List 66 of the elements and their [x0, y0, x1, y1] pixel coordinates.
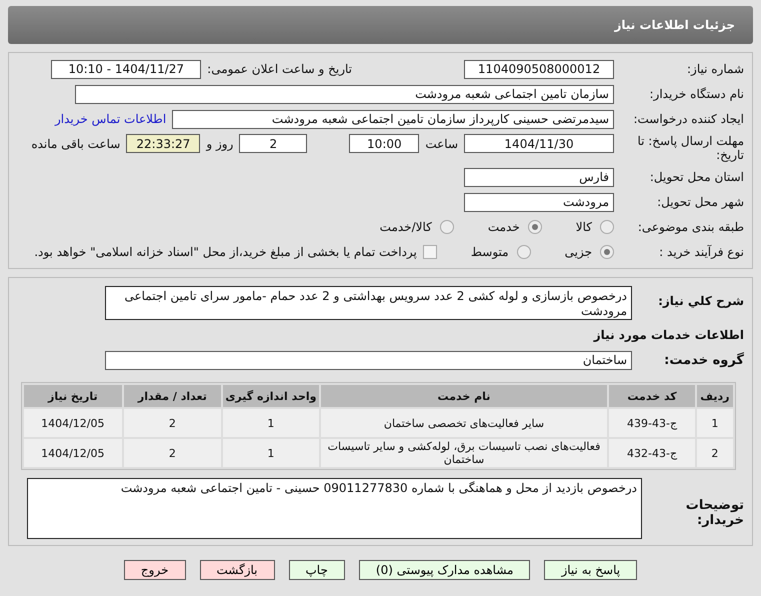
- table-cell: 1404/12/05: [24, 409, 122, 437]
- field-label: شرح کلي نیاز:: [657, 294, 745, 308]
- countdown-timer: 22:33:27: [126, 134, 200, 153]
- table-cell: ج-43-432: [609, 439, 695, 467]
- table-cell: 1404/12/05: [24, 439, 122, 467]
- table-cell: 1: [223, 409, 319, 437]
- field-label: مهلت ارسال پاسخ: تا تاریخ:: [636, 134, 745, 162]
- checkbox[interactable]: [422, 245, 437, 259]
- action-button[interactable]: مشاهده مدارک پیوستی (0): [358, 560, 530, 580]
- field-label: ایجاد کننده درخواست:: [632, 112, 745, 126]
- table-cell: 2: [124, 409, 222, 437]
- column-header: تاریخ نیاز: [24, 385, 122, 407]
- field-label: گروه خدمت:: [663, 352, 745, 368]
- field-label: نوع فرآیند خرید :: [658, 245, 745, 259]
- action-button[interactable]: بازگشت: [200, 560, 274, 580]
- input-field[interactable]: ساختمان: [105, 350, 632, 370]
- field-label: توضیحات خریدار:: [684, 498, 745, 528]
- column-header: ردیف: [696, 385, 733, 407]
- field-label: طبقه بندی موضوعی:: [636, 220, 745, 234]
- field-label: شهر محل تحویل:: [656, 195, 745, 209]
- input-field[interactable]: 1404/11/27 - 10:10: [51, 60, 202, 78]
- column-header: کد خدمت: [609, 385, 695, 407]
- column-header: واحد اندازه گیری: [223, 385, 319, 407]
- remaining-label: ساعت باقی مانده: [31, 137, 120, 151]
- input-field[interactable]: 1404/11/30: [464, 134, 614, 153]
- radio-label: کالا/خدمت: [380, 220, 432, 234]
- contact-link[interactable]: اطلاعات تماس خریدار: [55, 112, 166, 126]
- action-button[interactable]: چاپ: [288, 560, 345, 580]
- input-field[interactable]: فارس: [464, 168, 614, 186]
- description-box[interactable]: درخصوص بازسازی و لوله کشی 2 عدد سرویس بهداشتی و 2 عدد حمام -مامور سرای تامین اجتماعی مرودشت: [105, 286, 632, 320]
- page-title: جزئیات اطلاعات نیاز: [614, 18, 735, 32]
- radio-button[interactable]: [528, 220, 542, 234]
- notes-box[interactable]: درخصوص بازدید از محل و هماهنگی با شماره 09011277830 حسینی - تامین اجتماعی شعبه مرودشت: [27, 478, 642, 539]
- table-cell: سایر فعالیت‌های تخصصی ساختمان: [320, 409, 608, 437]
- section-heading: اطلاعات خدمات مورد نیاز: [592, 328, 745, 342]
- column-header: نام خدمت: [320, 385, 608, 407]
- input-field[interactable]: 2: [239, 134, 308, 153]
- radio-button[interactable]: [600, 220, 614, 234]
- input-field[interactable]: سازمان تامین اجتماعی شعبه مرودشت: [75, 84, 614, 104]
- radio-button[interactable]: [440, 220, 454, 234]
- column-header: تعداد / مقدار: [124, 385, 222, 407]
- action-button[interactable]: خروج: [124, 560, 186, 580]
- radio-label: کالا: [576, 220, 592, 234]
- input-field[interactable]: سیدمرتضی حسینی کارپرداز سازمان تامین اجتماعی شعبه مرودشت: [172, 110, 614, 128]
- table-cell: 2: [696, 439, 733, 467]
- input-field[interactable]: 10:00: [349, 134, 420, 153]
- table-cell: 1: [696, 409, 733, 437]
- field-label: استان محل تحویل:: [648, 170, 745, 184]
- time-label: ساعت: [425, 137, 458, 151]
- field-label: شماره نیاز:: [686, 62, 745, 76]
- input-field[interactable]: 1104090508000012: [464, 60, 614, 78]
- field-label: نام دستگاه خریدار:: [648, 87, 745, 101]
- field-label: تاریخ و ساعت اعلان عمومی:: [207, 62, 352, 76]
- radio-button[interactable]: [516, 245, 531, 259]
- radio-label: خدمت: [488, 220, 520, 234]
- radio-label: متوسط: [470, 245, 509, 259]
- days-label: روز و: [206, 137, 234, 151]
- radio-button[interactable]: [600, 245, 614, 259]
- checkbox-label: پرداخت تمام یا بخشی از مبلغ خرید،از محل "اسناد خزانه اسلامی" خواهد بود.: [34, 245, 417, 259]
- table-cell: فعالیت‌های نصب تاسیسات برق، لوله‌کشی و سایر تاسیسات ساختمان: [320, 439, 608, 467]
- table-cell: 2: [124, 439, 222, 467]
- radio-label: جزیی: [564, 245, 592, 259]
- table-cell: ج-43-439: [609, 409, 695, 437]
- table-cell: 1: [223, 439, 319, 467]
- action-button[interactable]: پاسخ به نیاز: [544, 560, 638, 580]
- input-field[interactable]: مرودشت: [464, 192, 614, 212]
